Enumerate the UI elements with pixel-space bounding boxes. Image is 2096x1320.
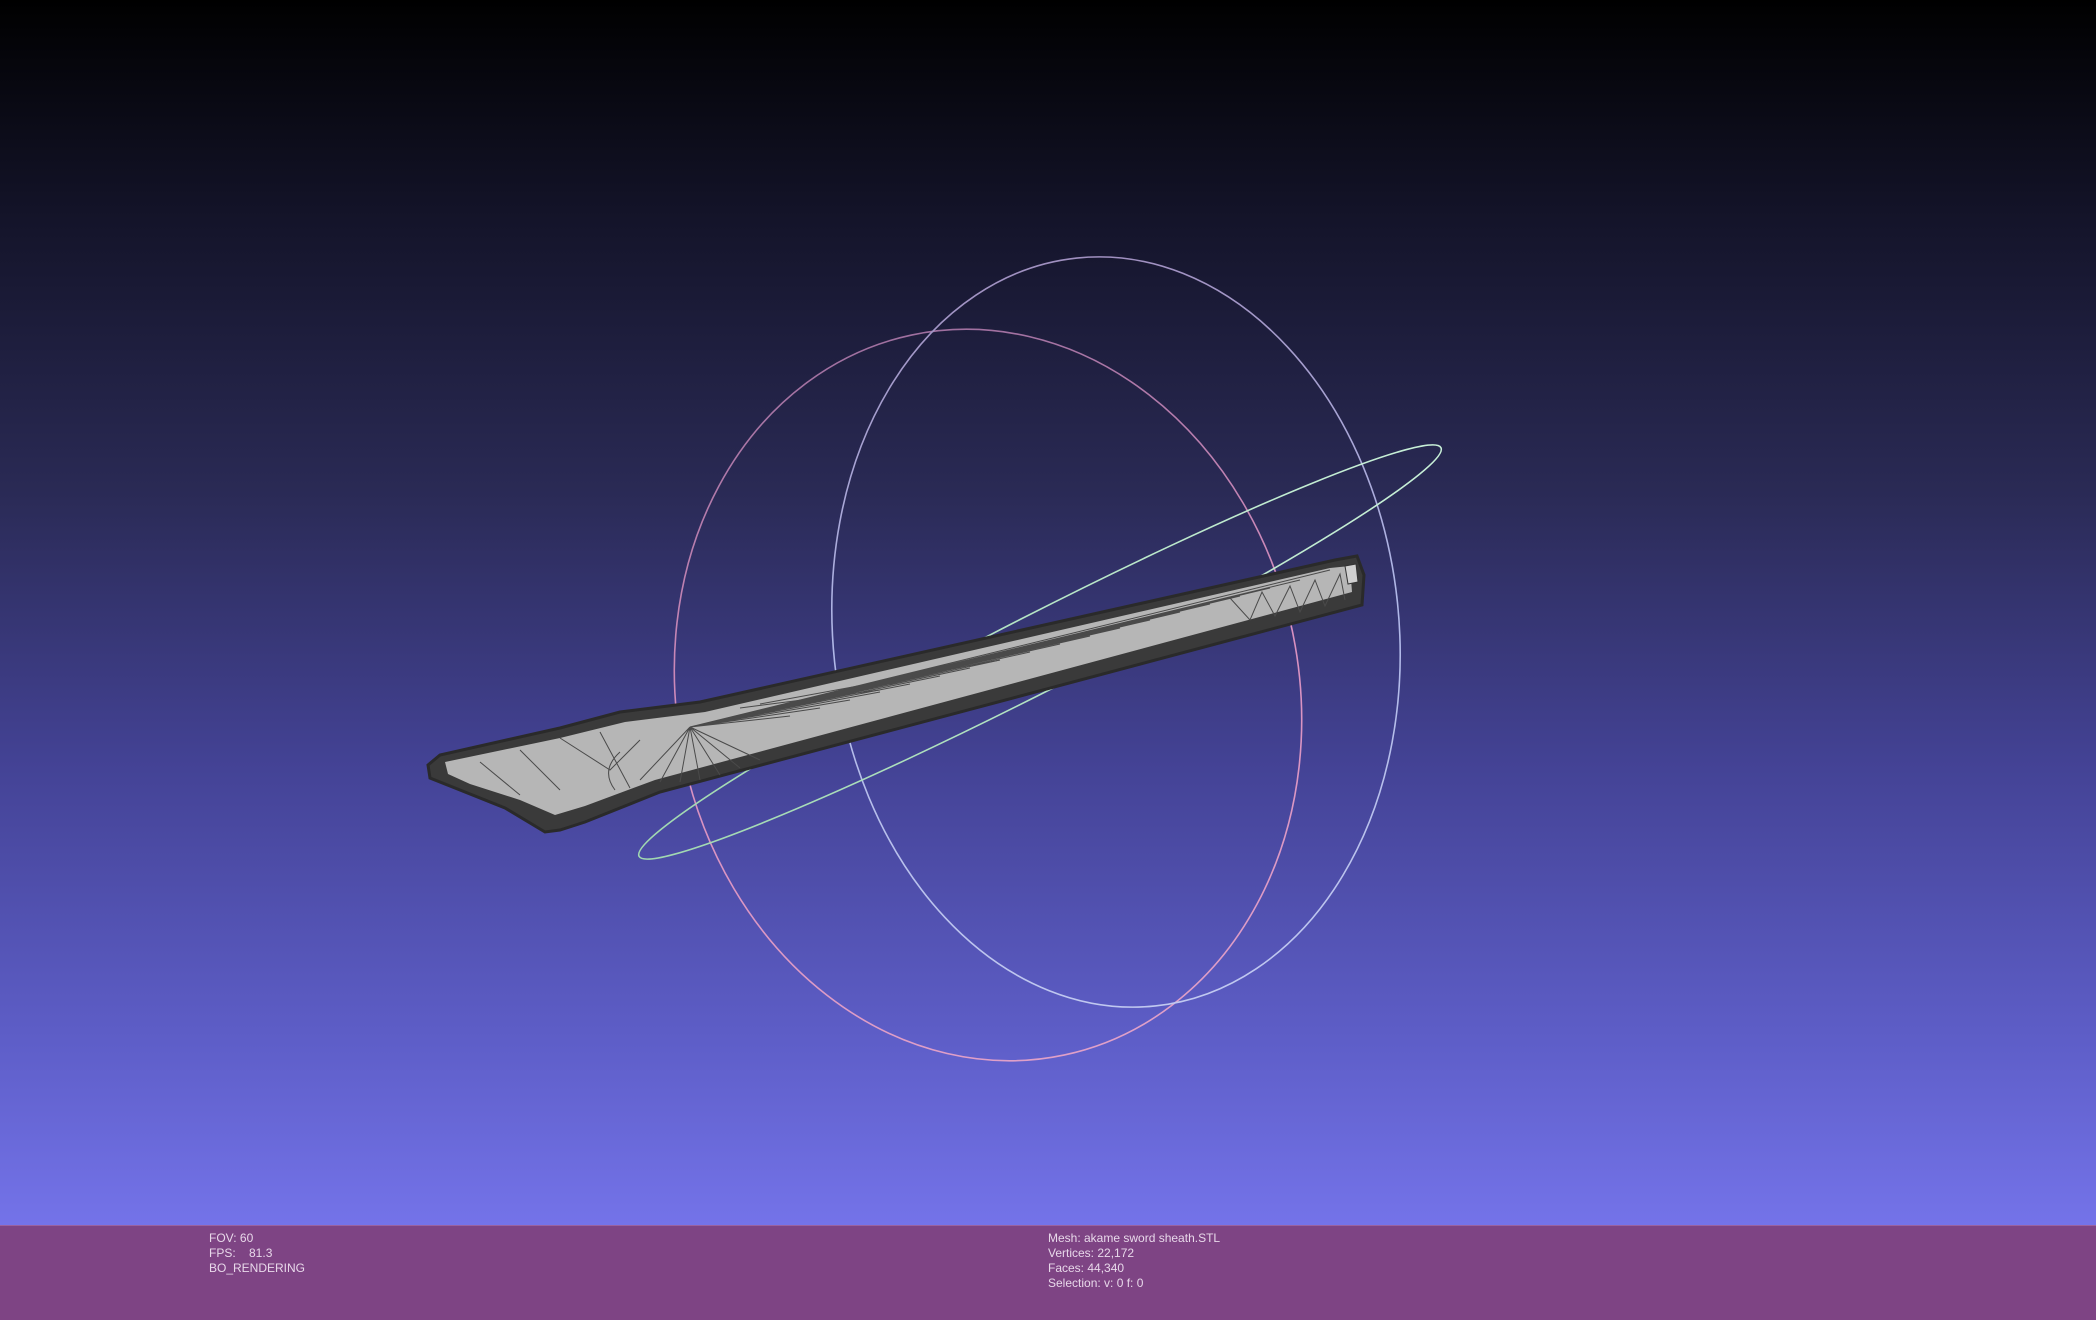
mesh-faces (445, 566, 1352, 815)
info-bar: FOV: 60 FPS: 81.3 BO_RENDERING Mesh: aka… (0, 1225, 2096, 1320)
3d-viewport[interactable] (0, 0, 2096, 1225)
meshlab-window: FOV: 60 FPS: 81.3 BO_RENDERING Mesh: aka… (0, 0, 2096, 1320)
fps-readout: FPS: 81.3 (209, 1246, 273, 1260)
faces-readout: Faces: 44,340 (1048, 1261, 1125, 1275)
render-info: FOV: 60 FPS: 81.3 BO_RENDERING (209, 1231, 305, 1276)
mesh-sword-sheath[interactable] (426, 554, 1366, 834)
scene-canvas[interactable] (0, 0, 2096, 1225)
mesh-name-readout: Mesh: akame sword sheath.STL (1048, 1231, 1221, 1245)
mesh-info: Mesh: akame sword sheath.STL Vertices: 2… (1048, 1231, 1220, 1291)
render-mode-readout: BO_RENDERING (209, 1261, 306, 1275)
fov-readout: FOV: 60 (209, 1231, 254, 1245)
vertices-readout: Vertices: 22,172 (1048, 1246, 1135, 1260)
selection-readout: Selection: v: 0 f: 0 (1048, 1276, 1144, 1290)
